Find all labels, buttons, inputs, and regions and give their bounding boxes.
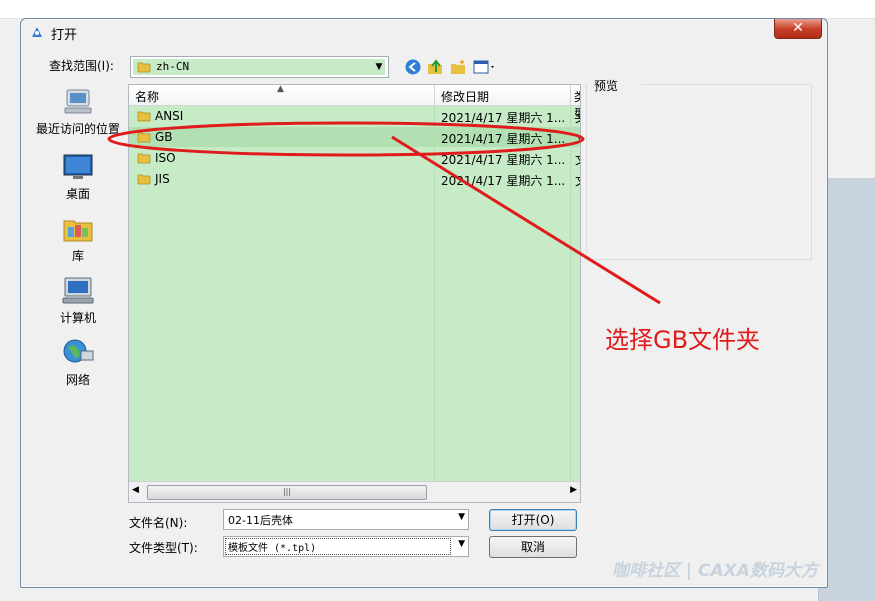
annotation-overlay — [107, 121, 661, 305]
watermark: 咖啡社区 | CAXA数码大方 — [612, 561, 818, 581]
annotation-arrow — [391, 135, 661, 305]
highlight-ellipse — [107, 121, 585, 157]
annotation-label: 选择GB文件夹 — [605, 326, 761, 354]
